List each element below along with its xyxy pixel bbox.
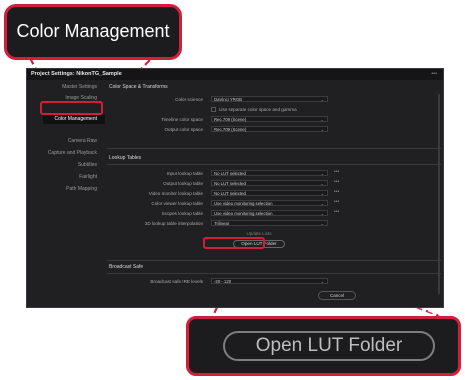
output-color-space-dropdown[interactable]: Rec.709 (Scene) ⌄ [211,126,328,132]
update-lists-button[interactable]: Update Lists [233,231,285,236]
output-color-space-label: Output color space [164,127,203,132]
video-monitor-lut-more-icon[interactable]: ••• [334,190,339,195]
video-monitor-lut-label: Video monitor lookup table [148,191,203,196]
chevron-down-icon: ⌄ [320,221,324,226]
section-divider [107,148,441,149]
section-divider [107,273,441,274]
lut-interpolation-dropdown[interactable]: Trilinear ⌄ [211,220,328,226]
input-lut-value: No LUT selected [214,171,246,176]
lut-interpolation-value: Trilinear [214,221,230,226]
chevron-down-icon: ⌄ [320,201,324,206]
lut-interpolation-label: 3D lookup table interpolation [144,221,203,226]
section-title-lookup-tables: Lookup Tables [109,155,142,161]
highlight-box-open-lut-folder [203,237,265,249]
sidebar-item-camera-raw[interactable]: Camera Raw [68,138,97,144]
chevron-down-icon: ⌄ [320,181,324,186]
timeline-color-space-dropdown[interactable]: Rec.709 (Scene) ⌄ [211,116,328,122]
output-lut-dropdown[interactable]: No LUT selected ⌄ [211,180,328,186]
sidebar-item-capture-playback[interactable]: Capture and Playback [48,150,97,156]
broadcast-ire-dropdown[interactable]: -20 - 120 ⌄ [211,278,328,284]
output-color-space-value: Rec.709 (Scene) [214,127,247,132]
cancel-button[interactable]: Cancel [318,291,356,300]
more-options-icon[interactable]: ••• [431,69,437,80]
chevron-down-icon: ⌄ [320,279,324,284]
color-viewer-lut-value: Use video monitoring selection [214,201,273,206]
output-lut-value: No LUT selected [214,181,246,186]
chevron-down-icon: ⌄ [320,191,324,196]
scopes-lut-dropdown[interactable]: Use video monitoring selection ⌄ [211,210,328,216]
chevron-down-icon: ⌄ [320,127,324,132]
color-science-value: DaVinci YRGB [214,97,243,102]
sidebar-item-subtitles[interactable]: Subtitles [78,162,97,168]
callout-color-management: Color Management [4,4,182,60]
broadcast-ire-label: Broadcast safe IRE levels [150,279,203,284]
settings-content: Color Space & Transforms Color science D… [107,80,443,308]
output-lut-label: Output lookup table [163,181,203,186]
separate-gamma-checkbox[interactable] [211,107,216,112]
chevron-down-icon: ⌄ [320,117,324,122]
chevron-down-icon: ⌄ [320,97,324,102]
callout-open-lut-folder: Open LUT Folder [186,316,461,376]
color-viewer-lut-label: Color viewer lookup table [151,201,203,206]
input-lut-label: Input lookup table [166,171,203,176]
color-science-label: Color science [175,97,203,102]
chevron-down-icon: ⌄ [320,171,324,176]
callout-open-lut-folder-button: Open LUT Folder [223,331,435,361]
color-viewer-lut-dropdown[interactable]: Use video monitoring selection ⌄ [211,200,328,206]
content-scrollbar[interactable] [438,94,440,294]
output-lut-more-icon[interactable]: ••• [334,180,339,185]
color-viewer-lut-more-icon[interactable]: ••• [334,200,339,205]
sidebar-item-path-mapping[interactable]: Path Mapping [66,186,97,192]
callout-color-management-label: Color Management [16,21,170,41]
sidebar-item-master-settings[interactable]: Master Settings [62,84,97,90]
sidebar-item-color-management[interactable]: Color Management [54,116,97,122]
color-science-dropdown[interactable]: DaVinci YRGB ⌄ [211,96,328,102]
video-monitor-lut-dropdown[interactable]: No LUT selected ⌄ [211,190,328,196]
scopes-lut-label: Scopes lookup table [161,211,203,216]
video-monitor-lut-value: No LUT selected [214,191,246,196]
section-title-broadcast-safe: Broadcast Safe [109,264,144,270]
dialog-title: Project Settings: NikonTG_Sample [31,71,122,77]
scopes-lut-value: Use video monitoring selection [214,211,273,216]
section-title-color-space: Color Space & Transforms [109,84,168,90]
section-divider [107,164,441,165]
chevron-down-icon: ⌄ [320,211,324,216]
timeline-color-space-value: Rec.709 (Scene) [214,117,247,122]
input-lut-more-icon[interactable]: ••• [334,170,339,175]
timeline-color-space-label: Timeline color space [161,117,203,122]
broadcast-ire-value: -20 - 120 [214,279,232,284]
input-lut-dropdown[interactable]: No LUT selected ⌄ [211,170,328,176]
dialog-titlebar: Project Settings: NikonTG_Sample ••• [27,69,443,80]
sidebar-item-fairlight[interactable]: Fairlight [79,174,97,180]
highlight-box-color-management [40,101,103,115]
scopes-lut-more-icon[interactable]: ••• [334,210,339,215]
separate-gamma-label: Use separate color space and gamma [219,107,297,112]
section-divider [107,260,441,261]
